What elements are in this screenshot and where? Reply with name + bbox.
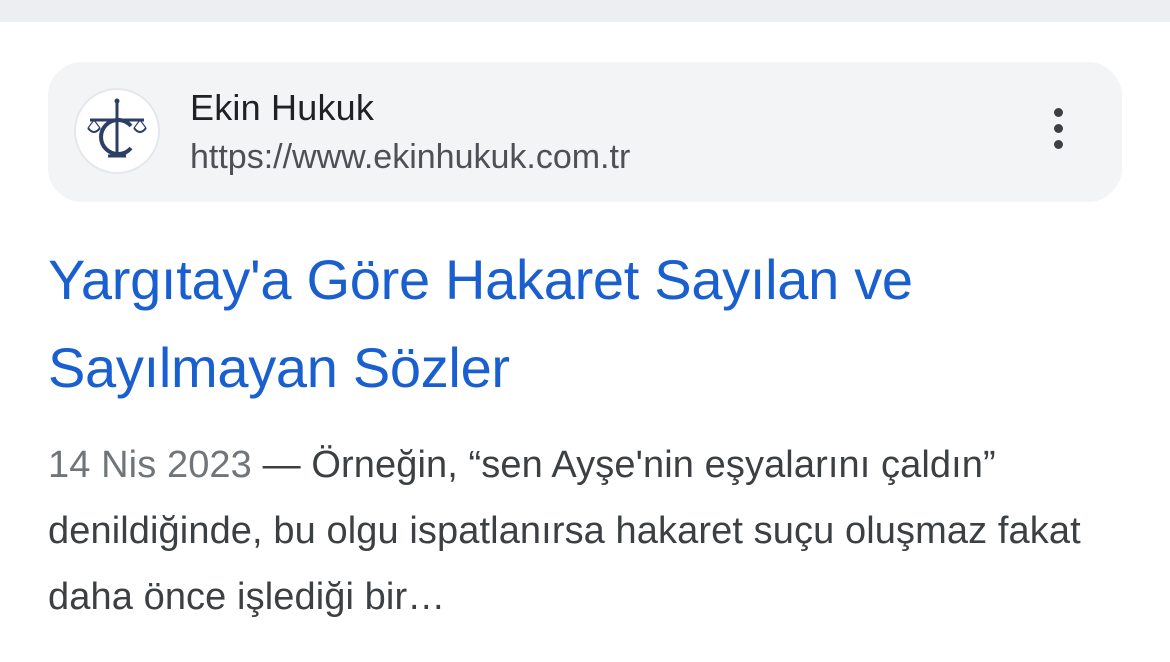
site-url[interactable]: https://www.ekinhukuk.com.tr [190, 136, 630, 178]
scales-of-justice-icon [87, 98, 147, 158]
date-separator: — [251, 444, 312, 486]
top-divider-strip [0, 0, 1170, 22]
result-snippet: 14 Nis 2023 — Örneğin, “sen Ayşe'nin eşy… [48, 432, 1118, 630]
site-name[interactable]: Ekin Hukuk [190, 86, 374, 130]
source-card[interactable] [48, 62, 1122, 202]
result-date: 14 Nis 2023 [48, 444, 252, 486]
more-vert-icon-dot [1053, 107, 1063, 117]
result-title-link[interactable]: Yargıtay'a Göre Hakaret Sayılan ve Sayıl… [48, 236, 1118, 412]
site-favicon [76, 90, 158, 172]
more-vert-icon-dot [1053, 139, 1063, 149]
more-options-button[interactable] [1036, 102, 1080, 154]
more-vert-icon-dot [1053, 123, 1063, 133]
